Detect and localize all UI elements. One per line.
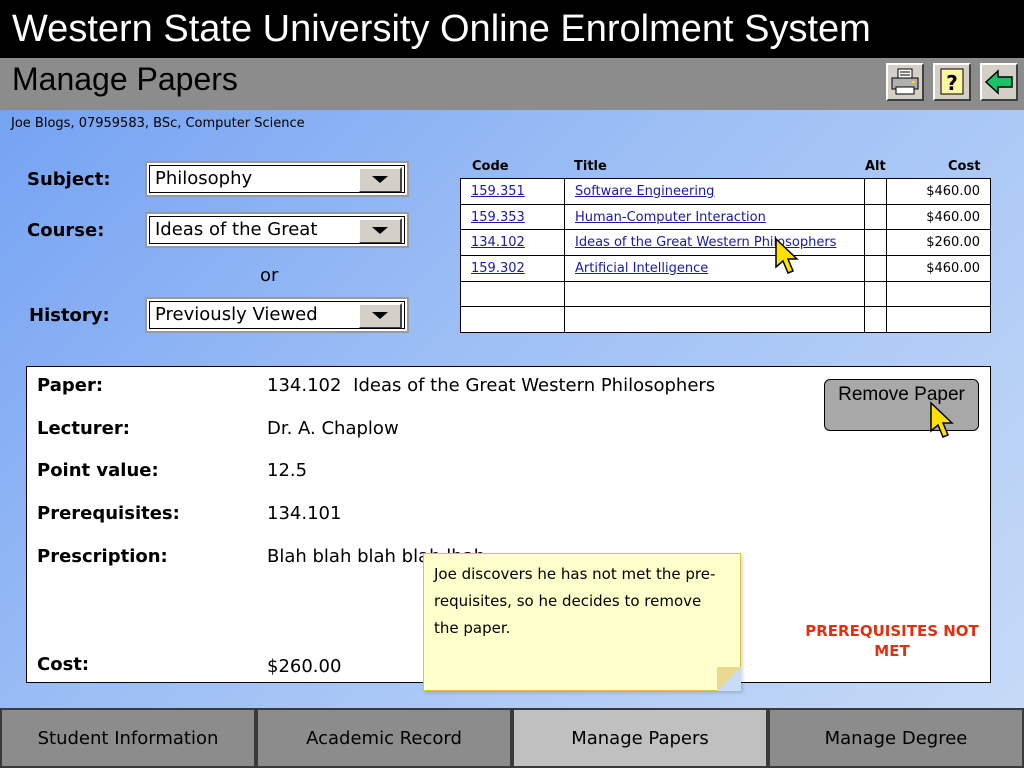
table-row[interactable]: 159.353 Human-Computer Interaction $460.… xyxy=(460,203,991,231)
course-dropdown-button[interactable] xyxy=(358,218,402,243)
table-row[interactable]: 159.302 Artificial Intelligence $460.00 xyxy=(460,255,991,282)
cost-value: $260.00 xyxy=(267,656,342,677)
table-row-empty xyxy=(460,280,991,308)
subject-select[interactable]: Philosophy xyxy=(145,161,409,197)
paper-title: Ideas of the Great Western Philosophers xyxy=(353,375,716,396)
paper-title-link[interactable]: Ideas of the Great Western Philosophers xyxy=(575,235,836,250)
subject-value: Philosophy xyxy=(155,168,253,189)
history-select[interactable]: Previously Viewed xyxy=(145,297,409,333)
cost-label: Cost: xyxy=(37,654,90,675)
paper-label: Paper: xyxy=(37,375,104,396)
course-value: Ideas of the Great xyxy=(155,219,318,240)
page-title: Manage Papers xyxy=(0,58,1024,110)
note-fold xyxy=(717,667,741,691)
table-row[interactable]: 134.102 Ideas of the Great Western Philo… xyxy=(460,229,991,257)
history-dropdown-button[interactable] xyxy=(358,303,402,328)
history-value: Previously Viewed xyxy=(155,304,318,325)
prerequisites-label: Prerequisites: xyxy=(37,503,180,524)
lecturer-value: Dr. A. Chaplow xyxy=(267,418,399,439)
alt-cell xyxy=(864,178,887,205)
annotation-note: Joe discovers he has not met the pre-req… xyxy=(423,553,741,691)
cost-cell: $460.00 xyxy=(886,255,991,282)
table-row[interactable]: 159.351 Software Engineering $460.00 xyxy=(460,178,991,205)
chevron-down-icon xyxy=(372,227,388,234)
paper-code: 134.102 xyxy=(267,375,342,396)
points-value: 12.5 xyxy=(267,460,308,481)
paper-code-link[interactable]: 159.353 xyxy=(471,210,525,225)
back-arrow-icon xyxy=(984,69,1013,95)
table-row-empty xyxy=(460,306,991,334)
lecturer-label: Lecturer: xyxy=(37,418,130,439)
cost-cell: $460.00 xyxy=(886,203,991,231)
cost-cell: $460.00 xyxy=(886,178,991,205)
column-header-cost: Cost xyxy=(948,159,981,174)
papers-grid: 159.351 Software Engineering $460.00 159… xyxy=(460,178,991,334)
svg-text:?: ? xyxy=(946,71,958,95)
paper-title-link[interactable]: Artificial Intelligence xyxy=(575,261,708,276)
app-title: Western State University Online Enrolmen… xyxy=(0,0,1024,58)
paper-title-link[interactable]: Software Engineering xyxy=(575,184,714,199)
student-info: Joe Blogs, 07959583, BSc, Computer Scien… xyxy=(11,116,305,131)
alt-cell xyxy=(864,229,887,257)
or-separator: or xyxy=(260,265,279,286)
prescription-label: Prescription: xyxy=(37,546,168,567)
column-header-code: Code xyxy=(472,159,509,174)
back-button[interactable] xyxy=(980,63,1018,101)
print-button[interactable] xyxy=(886,63,924,101)
help-icon: ? xyxy=(940,68,964,95)
tab-student-information[interactable]: Student Information xyxy=(0,708,256,768)
course-label: Course: xyxy=(27,220,105,241)
table-header: Code Title Alt Cost xyxy=(460,156,991,178)
annotation-text: Joe discovers he has not met the pre-req… xyxy=(434,565,716,637)
paper-title-link[interactable]: Human-Computer Interaction xyxy=(575,210,766,225)
column-header-alt: Alt xyxy=(865,159,886,174)
prerequisites-warning: PREREQUISITES NOT MET xyxy=(805,622,979,660)
printer-icon xyxy=(891,68,919,95)
alt-cell xyxy=(864,255,887,282)
column-header-title: Title xyxy=(574,159,607,174)
points-label: Point value: xyxy=(37,460,159,481)
cost-cell: $260.00 xyxy=(886,229,991,257)
tab-manage-papers[interactable]: Manage Papers xyxy=(512,708,768,768)
help-button[interactable]: ? xyxy=(933,63,971,101)
subject-label: Subject: xyxy=(27,169,111,190)
paper-code-link[interactable]: 134.102 xyxy=(471,235,525,250)
history-label: History: xyxy=(29,305,110,326)
chevron-down-icon xyxy=(372,312,388,319)
course-select[interactable]: Ideas of the Great xyxy=(145,212,409,248)
bottom-tab-bar: Student Information Academic Record Mana… xyxy=(0,708,1024,768)
remove-paper-button[interactable]: Remove Paper xyxy=(824,379,979,431)
alt-cell xyxy=(864,203,887,231)
papers-table: Code Title Alt Cost 159.351 Software Eng… xyxy=(460,156,991,334)
paper-code-link[interactable]: 159.351 xyxy=(471,184,525,199)
paper-code-link[interactable]: 159.302 xyxy=(471,261,525,276)
paper-value: 134.102 Ideas of the Great Western Philo… xyxy=(267,375,715,396)
subject-dropdown-button[interactable] xyxy=(358,167,402,192)
chevron-down-icon xyxy=(372,176,388,183)
prerequisites-value: 134.101 xyxy=(267,503,342,524)
tab-academic-record[interactable]: Academic Record xyxy=(256,708,512,768)
tab-manage-degree[interactable]: Manage Degree xyxy=(768,708,1024,768)
